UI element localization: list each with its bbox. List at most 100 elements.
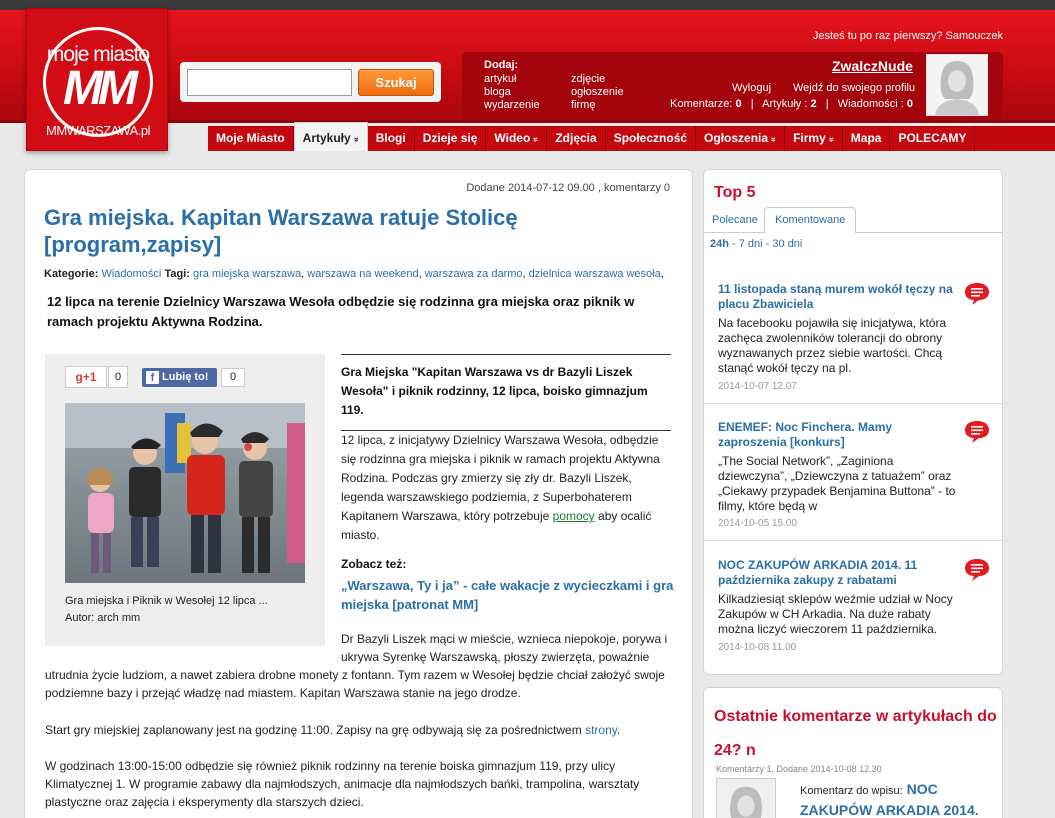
- tag-link[interactable]: warszawa za darmo: [425, 268, 523, 280]
- comments-counter[interactable]: Komentarze: 0: [670, 98, 742, 110]
- user-counters: Komentarze: 0 | Artykuły : 2 | Wiadomośc…: [670, 98, 913, 110]
- add-company-link[interactable]: firmę: [571, 99, 595, 112]
- tag-link[interactable]: warszawa na weekend: [307, 268, 418, 280]
- comment-bubble-icon[interactable]: [964, 282, 990, 306]
- children-photo-image: [65, 403, 305, 583]
- article-paragraph: Start gry miejskiej zaplanowany jest na …: [45, 723, 621, 737]
- add-event-link[interactable]: wydarzenie: [484, 99, 540, 112]
- logout-link[interactable]: Wyloguj: [732, 82, 771, 94]
- media-box: g+1 0 f Lubię to! 0 Gra miejska i Piknik…: [45, 354, 325, 646]
- nav-item-label: Dzieje się: [422, 131, 478, 145]
- add-photo-link[interactable]: zdjęcie: [571, 73, 605, 86]
- nav-item[interactable]: POLECAMY: [890, 126, 976, 151]
- top5-title: Top 5: [714, 184, 756, 201]
- add-title: Dodaj:: [484, 59, 519, 71]
- nav-item[interactable]: Artykuły»: [293, 122, 368, 151]
- add-blog-link[interactable]: bloga: [484, 86, 511, 99]
- comment-bubble-icon[interactable]: [964, 558, 990, 582]
- site-logo[interactable]: moje miasto MM MMWARSZAWA.pl: [26, 8, 168, 151]
- tags-label: Tagi:: [164, 268, 190, 280]
- article-paragraph: utrudnia życie ludziom, a nawet zabiera …: [45, 668, 665, 700]
- top5-item-title[interactable]: NOC ZAKUPÓW ARKADIA 2014. 11 październik…: [718, 558, 958, 588]
- logo-text-mm: MM: [63, 62, 138, 115]
- article-photo[interactable]: [65, 403, 305, 583]
- search-input[interactable]: [187, 69, 352, 96]
- avatar-silhouette-icon: [717, 779, 775, 818]
- help-link[interactable]: pomocy: [553, 509, 595, 523]
- nav-item-label: Społeczność: [613, 131, 688, 145]
- top5-item-summary: Kilkadziesiąt sklepów weźmie udział w No…: [718, 592, 953, 636]
- nav-item[interactable]: Blogi: [367, 126, 415, 151]
- top5-item-date: 2014-10-05 15.00: [718, 518, 797, 529]
- google-plus-count: 0: [108, 366, 128, 388]
- nav-item-label: Mapa: [850, 131, 882, 145]
- nav-item-label: Zdjęcia: [555, 131, 597, 145]
- top5-widget: Top 5 Polecane Komentowane 24h - 7 dni -…: [703, 169, 1003, 675]
- article-categories: Kategorie: Wiadomości Tagi: gra miejska …: [44, 268, 664, 280]
- nav-item[interactable]: Mapa: [842, 126, 891, 151]
- add-article-link[interactable]: artykuł: [484, 73, 516, 86]
- top5-item-title[interactable]: 11 listopada staną murem wokół tęczy na …: [718, 282, 958, 312]
- nav-item[interactable]: Ogłoszenia»: [696, 126, 786, 151]
- latest-comments-title: Ostatnie komentarze w artykułach do 24? …: [714, 708, 997, 759]
- range-7-days[interactable]: 7 dni: [739, 238, 763, 250]
- see-also-label: Zobacz też:: [341, 557, 407, 571]
- top5-item-title[interactable]: ENEMEF: Noc Fincherа. Mamy zaproszenia […: [718, 420, 958, 450]
- latest-comments-widget: Ostatnie komentarze w artykułach do 24? …: [703, 687, 1003, 818]
- chevron-down-icon: »: [351, 136, 362, 143]
- item-divider: [704, 540, 1002, 541]
- photo-caption[interactable]: Gra miejska i Piknik w Wesołej 12 lipca …: [65, 595, 268, 607]
- article-date: Dodane 2014-07-12 09.00 , komentarzy 0: [466, 182, 670, 194]
- commenter-avatar[interactable]: [716, 778, 776, 818]
- google-plus-button[interactable]: g+1: [65, 366, 107, 388]
- avatar-silhouette-icon: [927, 55, 987, 115]
- comment-entry: Komentarz do wpisu: NOC ZAKUPÓW ARKADIA …: [800, 780, 990, 818]
- comment-bubble-icon[interactable]: [964, 420, 990, 444]
- nav-item-label: POLECAMY: [898, 131, 967, 145]
- article-paragraph: Dr Bazyli Liszek mąci w mieście, wznieca…: [341, 632, 668, 664]
- add-ad-link[interactable]: ogłoszenie: [571, 86, 624, 99]
- nav-item[interactable]: Firmy»: [785, 126, 843, 151]
- article-title[interactable]: Gra miejska. Kapitan Warszawa ratuje Sto…: [44, 204, 664, 258]
- facebook-like-label: Lubię to!: [162, 371, 209, 383]
- facebook-icon: f: [146, 371, 159, 384]
- tab-commented[interactable]: Komentowane: [764, 207, 857, 233]
- top5-item-date: 2014-10-08 11.00: [718, 642, 797, 653]
- nav-item[interactable]: Wideo»: [486, 126, 548, 151]
- nav-item[interactable]: Moje Miasto: [208, 126, 294, 151]
- user-avatar[interactable]: [926, 54, 988, 116]
- nav-item[interactable]: Dzieje się: [414, 126, 487, 151]
- articles-counter[interactable]: Artykuły : 2: [762, 98, 816, 110]
- top5-item-summary: „The Social Network”, „Zaginiona dziewcz…: [718, 454, 956, 513]
- chevron-down-icon: »: [769, 136, 780, 143]
- tag-link[interactable]: dzielnica warszawa wesoła: [529, 268, 661, 280]
- nav-item-label: Blogi: [375, 131, 406, 145]
- nav-item[interactable]: Społeczność: [605, 126, 697, 151]
- nav-item-label: Moje Miasto: [216, 131, 285, 145]
- nav-item-label: Ogłoszenia: [704, 131, 769, 145]
- see-also-link[interactable]: „Warszawa, Ty i ja” - całe wakacje z wyc…: [341, 576, 676, 614]
- photo-author: Autor: arch mm: [65, 612, 141, 624]
- tab-recommended[interactable]: Polecane: [712, 214, 758, 226]
- registration-link[interactable]: strony: [585, 723, 617, 737]
- nav-item[interactable]: Zdjęcia: [547, 126, 606, 151]
- first-time-link[interactable]: Jesteś tu po raz pierwszy? Samouczek: [813, 30, 1003, 42]
- category-link[interactable]: Wiadomości: [101, 268, 161, 280]
- search-box: Szukaj: [180, 62, 441, 102]
- article-lead: 12 lipca na terenie Dzielnicy Warszawa W…: [47, 294, 635, 329]
- facebook-like-button[interactable]: f Lubię to!: [142, 368, 217, 387]
- messages-counter[interactable]: Wiadomości : 0: [838, 98, 913, 110]
- main-nav: Moje Miasto Artykuły» Blogi Dzieje się Wideo…: [208, 122, 1055, 151]
- username-link[interactable]: ZwalczNude: [832, 58, 913, 74]
- profile-link[interactable]: Wejdź do swojego profilu: [793, 82, 915, 94]
- range-24h[interactable]: 24h: [710, 238, 729, 250]
- tag-link[interactable]: gra miejska warszawa: [193, 268, 301, 280]
- nav-filler: [975, 126, 1055, 151]
- range-30-days[interactable]: 30 dni: [772, 238, 802, 250]
- top5-item-summary: Na facebooku pojawiła się inicjatywa, kt…: [718, 316, 947, 375]
- search-button[interactable]: Szukaj: [358, 69, 434, 96]
- article-panel: Dodane 2014-07-12 09.00 , komentarzy 0 G…: [24, 169, 693, 818]
- article-paragraph: W godzinach 13:00-15:00 odbędzie się rów…: [45, 759, 640, 809]
- comment-meta: Komentarzy 1, Dodane 2014-10-08 12.30: [716, 764, 882, 774]
- user-panel: Dodaj: artykuł bloga wydarzenie zdjęcie …: [462, 52, 1003, 121]
